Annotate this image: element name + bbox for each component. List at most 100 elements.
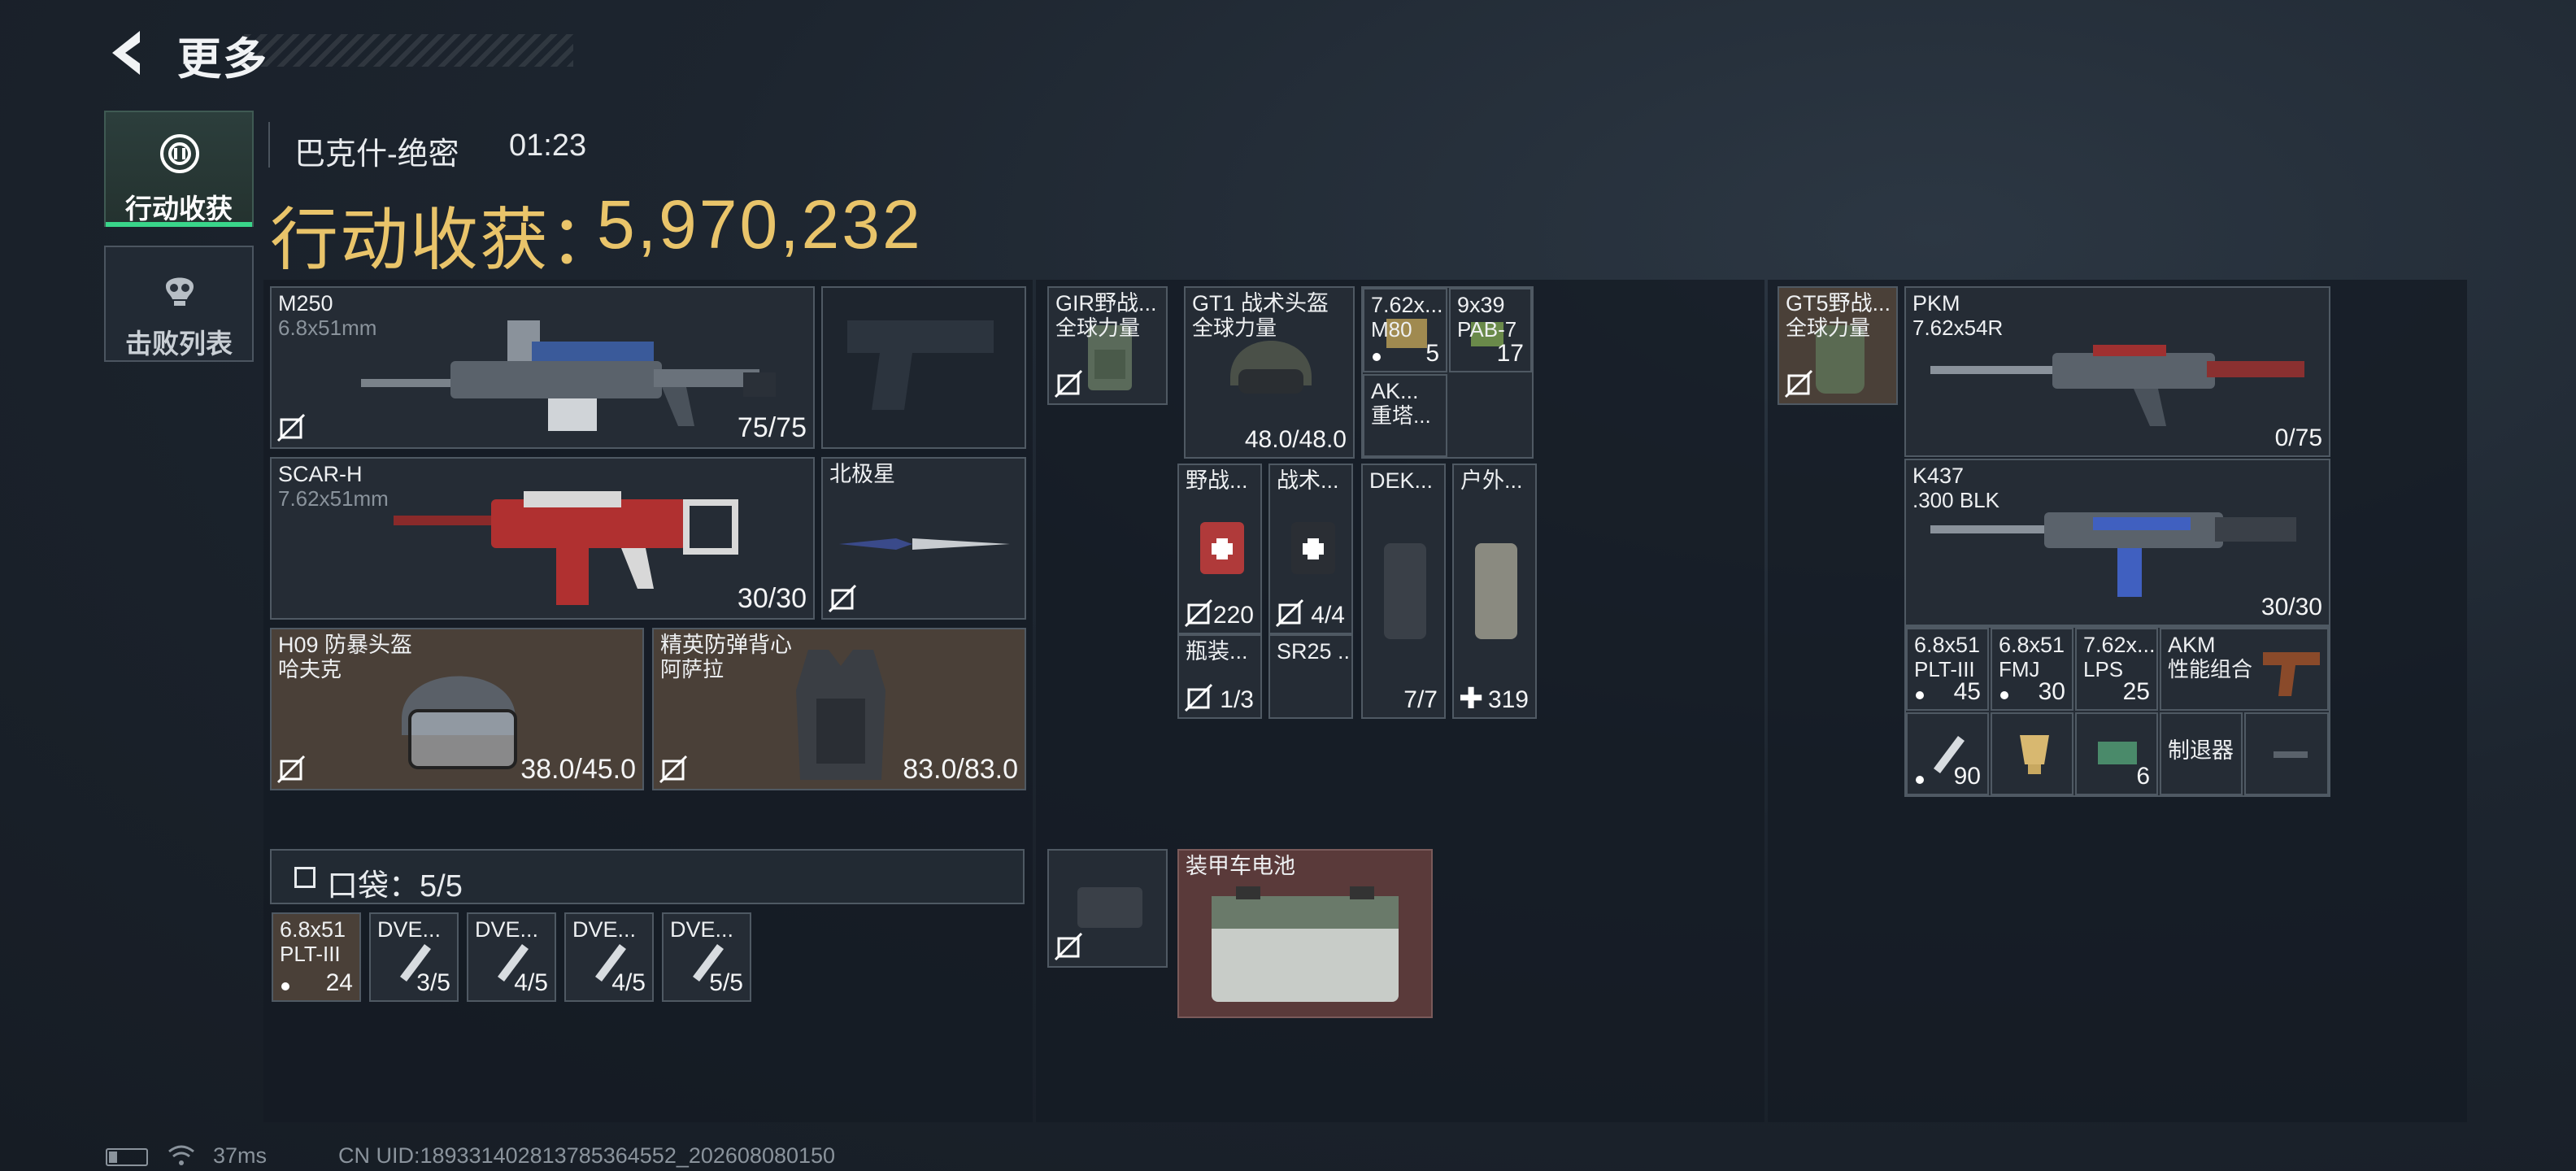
match-duration: 01:23 bbox=[509, 128, 587, 163]
rig-item[interactable]: 野战... 220 bbox=[1177, 464, 1262, 634]
skull-icon bbox=[166, 277, 194, 306]
backpack-item[interactable]: AKM 性能组合 bbox=[2160, 628, 2329, 711]
backpack-item[interactable]: 6.8x51 PLT-III 45 bbox=[1906, 628, 1989, 711]
backpack-item[interactable]: 6 bbox=[2075, 712, 2158, 795]
backpack-item[interactable]: 90 bbox=[1906, 712, 1989, 795]
rig-item[interactable]: 7.62x... M80 5 bbox=[1363, 288, 1447, 372]
pocket-item[interactable]: 6.8x51 PLT-III 24 bbox=[272, 912, 361, 1002]
rig-item[interactable]: 9x39 PAB-7 17 bbox=[1449, 288, 1532, 372]
item-count: 3/5 bbox=[416, 969, 450, 996]
pocket-item[interactable]: DVE... 5/5 bbox=[662, 912, 751, 1002]
weapon-ammo: 30/30 bbox=[737, 583, 807, 614]
rig-slot[interactable]: GIR野战... 全球力量 bbox=[1047, 286, 1168, 405]
backpack-item[interactable] bbox=[1991, 712, 2073, 795]
item-name: AKM bbox=[2168, 633, 2216, 657]
no-insure-icon bbox=[1054, 932, 1083, 961]
item-count: 90 bbox=[1953, 763, 1981, 790]
pocket-icon bbox=[294, 867, 315, 888]
wifi-icon bbox=[168, 1145, 194, 1165]
weapon-name: PKM bbox=[1912, 291, 1960, 316]
backpack-weapon[interactable]: K437 .300 BLK 30/30 bbox=[1904, 459, 2330, 626]
secondary-weapon-slot[interactable]: SCAR-H 7.62x51mm 30/30 bbox=[270, 457, 815, 620]
item-count: 6 bbox=[2136, 763, 2150, 790]
battery-icon bbox=[106, 1148, 148, 1166]
ammo-dot-icon bbox=[1916, 776, 1924, 784]
no-insure-icon bbox=[659, 755, 688, 784]
back-button[interactable] bbox=[104, 24, 177, 81]
item-name: DEK... bbox=[1369, 468, 1434, 493]
item-name: 瓶装... bbox=[1186, 639, 1248, 664]
no-insure-icon bbox=[1275, 599, 1304, 628]
rifle-icon bbox=[394, 491, 738, 605]
item-name: DVE... bbox=[572, 917, 637, 942]
item-sub: 性能组合 bbox=[2168, 657, 2253, 681]
helmet-slot[interactable]: H09 防暴头盔 哈夫克 38.0/45.0 bbox=[270, 628, 644, 790]
weapon-caliber: 7.62x54R bbox=[1912, 316, 2004, 340]
rig-item[interactable]: SR25 ... bbox=[1268, 634, 1353, 719]
rig-item[interactable]: 战术... 4/4 bbox=[1268, 464, 1353, 634]
weapon-ammo: 0/75 bbox=[2274, 424, 2322, 451]
backpack-weapon[interactable]: PKM 7.62x54R 0/75 bbox=[1904, 286, 2330, 457]
no-insure-icon bbox=[1054, 369, 1083, 398]
item-durability: 48.0/48.0 bbox=[1244, 426, 1347, 453]
rig-item[interactable]: DEK... 7/7 bbox=[1361, 464, 1446, 719]
item-name: 7.62x... bbox=[2083, 633, 2156, 657]
armor-slot[interactable]: 精英防弹背心 阿萨拉 83.0/83.0 bbox=[652, 628, 1026, 790]
backpack-item[interactable] bbox=[2244, 712, 2329, 795]
melee-name: 北极星 bbox=[829, 462, 895, 486]
pocket-item[interactable]: DVE... 3/5 bbox=[369, 912, 459, 1002]
divider bbox=[268, 122, 270, 168]
ammo-dot-icon bbox=[2000, 691, 2008, 699]
pocket-item[interactable]: DVE... 4/5 bbox=[564, 912, 654, 1002]
weapon-caliber: 6.8x51mm bbox=[278, 316, 377, 340]
loot-icon bbox=[160, 134, 199, 173]
item-name: DVE... bbox=[377, 917, 442, 942]
item-sub: 全球力量 bbox=[1055, 316, 1141, 340]
helmet-icon bbox=[402, 676, 517, 769]
item-count: 4/5 bbox=[611, 969, 646, 996]
armor-brand: 阿萨拉 bbox=[660, 657, 724, 681]
item-sub: PAB-7 bbox=[1457, 317, 1517, 342]
rig-item[interactable]: 瓶装... 1/3 bbox=[1177, 634, 1262, 719]
tab-kills-label: 击败列表 bbox=[125, 329, 233, 359]
no-insure-icon bbox=[1184, 683, 1213, 712]
no-insure-icon bbox=[276, 413, 306, 442]
backpack-slot[interactable]: GT5野战... 全球力量 bbox=[1778, 286, 1898, 405]
item-sub: FMJ bbox=[1999, 657, 2040, 681]
back-arrow-icon bbox=[112, 31, 140, 75]
item-name: DVE... bbox=[670, 917, 734, 942]
user-uid: CN UID:189331402813785364552_20260808015… bbox=[338, 1143, 836, 1168]
helmet-durability: 38.0/45.0 bbox=[520, 754, 636, 785]
ammo-box-icon bbox=[2098, 742, 2137, 764]
golden-cup-icon bbox=[2020, 735, 2049, 774]
item-sub: M80 bbox=[1371, 317, 1412, 342]
item-count: 319 bbox=[1487, 686, 1529, 713]
item-sub: PLT-III bbox=[280, 942, 341, 966]
item-name: 户外... bbox=[1460, 468, 1523, 493]
loot-item-slot[interactable]: 装甲车电池 bbox=[1177, 849, 1433, 1018]
item-name: 6.8x51 bbox=[1999, 633, 2065, 657]
rig-item[interactable]: 户外... ✚ 319 bbox=[1452, 464, 1537, 719]
backpack-item[interactable]: 制退器 bbox=[2160, 712, 2243, 795]
armor-name: 精英防弹背心 bbox=[660, 633, 792, 657]
container-slot[interactable] bbox=[1047, 849, 1168, 968]
vest-icon bbox=[796, 650, 886, 780]
backpack-item[interactable]: 6.8x51 FMJ 30 bbox=[1991, 628, 2073, 711]
tab-kills[interactable]: 击败列表 bbox=[104, 246, 254, 362]
tab-loot[interactable]: 行动收获 bbox=[104, 111, 254, 227]
melee-slot[interactable]: 北极星 bbox=[821, 457, 1026, 620]
weapon-name: SCAR-H bbox=[278, 462, 363, 486]
armor-durability: 83.0/83.0 bbox=[903, 754, 1018, 785]
primary-weapon-slot[interactable]: M250 6.8x51mm 75/75 bbox=[270, 286, 815, 449]
backpack-item[interactable]: 7.62x... LPS 25 bbox=[2075, 628, 2158, 711]
machine-gun-icon bbox=[361, 320, 776, 431]
outdoor-kit-icon bbox=[1475, 543, 1517, 639]
weapon-caliber: .300 BLK bbox=[1912, 488, 1999, 512]
rig-item[interactable]: AK... 重塔... bbox=[1363, 374, 1447, 457]
trauma-kit-icon bbox=[1291, 522, 1335, 574]
pistol-slot-empty[interactable] bbox=[821, 286, 1026, 449]
no-insure-icon bbox=[276, 755, 306, 784]
pocket-item[interactable]: DVE... 4/5 bbox=[467, 912, 556, 1002]
headset-slot[interactable]: GT1 战术头盔 全球力量 48.0/48.0 bbox=[1184, 286, 1355, 459]
item-count: 5 bbox=[1425, 340, 1439, 367]
